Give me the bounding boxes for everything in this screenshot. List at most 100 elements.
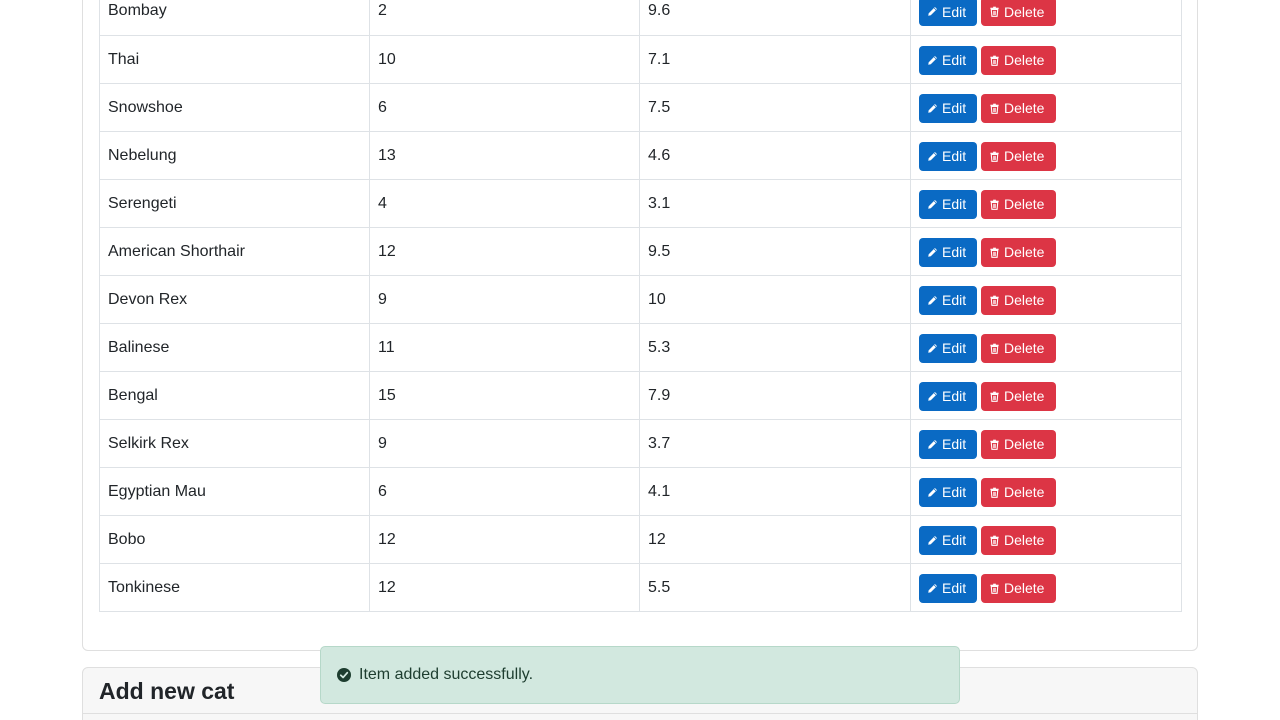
table-row: Tonkinese 12 5.5 Edit Delete [99, 562, 1182, 612]
cell-value-1: 9 [369, 274, 640, 324]
cell-breed: Egyptian Mau [99, 466, 370, 516]
delete-button[interactable]: Delete [981, 93, 1056, 123]
edit-button-label: Edit [942, 3, 967, 20]
edit-button-label: Edit [942, 100, 967, 116]
pencil-icon [928, 103, 937, 113]
trash-icon [990, 6, 999, 17]
cell-value-1: 6 [369, 466, 640, 516]
table-row: Devon Rex 9 10 Edit Delete [99, 274, 1182, 324]
pencil-icon [928, 439, 937, 449]
toast-message: Item added successfully. [359, 666, 534, 683]
cell-value-1: 4 [369, 178, 640, 228]
trash-icon [990, 391, 999, 402]
delete-button-label: Delete [1004, 388, 1045, 404]
edit-button-label: Edit [942, 292, 967, 308]
cell-breed: Devon Rex [99, 274, 370, 324]
delete-button-label: Delete [1004, 52, 1045, 68]
cell-actions: Edit Delete [910, 562, 1182, 612]
cell-actions: Edit Delete [910, 418, 1182, 468]
edit-button[interactable]: Edit [919, 477, 977, 507]
delete-button[interactable]: Delete [981, 141, 1056, 171]
table-row: Thai 10 7.1 Edit Delete [99, 34, 1182, 84]
cell-value-1: 12 [369, 562, 640, 612]
edit-button-label: Edit [942, 388, 967, 404]
trash-icon [990, 583, 999, 594]
check-circle-icon [337, 668, 351, 682]
table-row: Bombay 2 9.6 Edit Delete [99, 0, 1182, 36]
delete-button[interactable]: Delete [981, 381, 1056, 411]
delete-button[interactable]: Delete [981, 285, 1056, 315]
table-row: Serengeti 4 3.1 Edit Delete [99, 178, 1182, 228]
delete-button[interactable]: Delete [981, 45, 1056, 75]
delete-button-label: Delete [1004, 244, 1045, 260]
trash-icon [990, 151, 999, 162]
cell-breed: Nebelung [99, 130, 370, 180]
edit-button[interactable]: Edit [919, 141, 977, 171]
edit-button[interactable]: Edit [919, 525, 977, 555]
edit-button[interactable]: Edit [919, 573, 977, 603]
trash-icon [990, 535, 999, 546]
pencil-icon [928, 295, 937, 305]
cell-breed: Bobo [99, 514, 370, 564]
edit-button-label: Edit [942, 52, 967, 68]
table-row: Egyptian Mau 6 4.1 Edit Delete [99, 466, 1182, 516]
edit-button[interactable]: Edit [919, 189, 977, 219]
trash-icon [990, 55, 999, 66]
edit-button[interactable]: Edit [919, 237, 977, 267]
delete-button-label: Delete [1004, 532, 1045, 548]
delete-button[interactable]: Delete [981, 525, 1056, 555]
pencil-icon [928, 583, 937, 593]
cell-breed: Bengal [99, 370, 370, 420]
trash-icon [990, 199, 999, 210]
edit-button[interactable]: Edit [919, 45, 977, 75]
cell-breed: Selkirk Rex [99, 418, 370, 468]
edit-button[interactable]: Edit [919, 333, 977, 363]
delete-button[interactable]: Delete [981, 333, 1056, 363]
cell-value-2: 10 [639, 274, 911, 324]
delete-button-label: Delete [1004, 580, 1045, 596]
cell-value-2: 3.1 [639, 178, 911, 228]
cell-actions: Edit Delete [910, 34, 1182, 84]
delete-button-label: Delete [1004, 484, 1045, 500]
delete-button[interactable]: Delete [981, 477, 1056, 507]
cell-value-1: 6 [369, 82, 640, 132]
cell-value-2: 7.9 [639, 370, 911, 420]
table-row: Snowshoe 6 7.5 Edit Delete [99, 82, 1182, 132]
table-row: American Shorthair 12 9.5 Edit Delete [99, 226, 1182, 276]
trash-icon [990, 487, 999, 498]
cell-breed: Tonkinese [99, 562, 370, 612]
cell-actions: Edit Delete [910, 178, 1182, 228]
edit-button[interactable]: Edit [919, 285, 977, 315]
edit-button[interactable]: Edit [919, 93, 977, 123]
delete-button[interactable]: Delete [981, 189, 1056, 219]
delete-button[interactable]: Delete [981, 237, 1056, 267]
edit-button[interactable]: Edit [919, 381, 977, 411]
cell-actions: Edit Delete [910, 370, 1182, 420]
pencil-icon [928, 247, 937, 257]
edit-button-label: Edit [942, 484, 967, 500]
cell-breed: Balinese [99, 322, 370, 372]
pencil-icon [928, 151, 937, 161]
edit-button[interactable]: Edit [919, 0, 977, 26]
edit-button-label: Edit [942, 340, 967, 356]
delete-button[interactable]: Delete [981, 573, 1056, 603]
cell-actions: Edit Delete [910, 514, 1182, 564]
cell-value-2: 3.7 [639, 418, 911, 468]
delete-button[interactable]: Delete [981, 429, 1056, 459]
edit-button-label: Edit [942, 244, 967, 260]
cell-value-2: 4.1 [639, 466, 911, 516]
pencil-icon [928, 7, 937, 16]
edit-button[interactable]: Edit [919, 429, 977, 459]
delete-button[interactable]: Delete [981, 0, 1056, 26]
pencil-icon [928, 391, 937, 401]
edit-button-label: Edit [942, 532, 967, 548]
table-row: Selkirk Rex 9 3.7 Edit Delete [99, 418, 1182, 468]
cell-breed: Snowshoe [99, 82, 370, 132]
cell-breed: Thai [99, 34, 370, 84]
cell-value-2: 5.5 [639, 562, 911, 612]
cell-breed: American Shorthair [99, 226, 370, 276]
pencil-icon [928, 487, 937, 497]
cell-value-1: 11 [369, 322, 640, 372]
cats-table-body: Bombay 2 9.6 Edit Delete Thai 10 7.1 Edit Delete S… [99, 0, 1182, 612]
trash-icon [990, 439, 999, 450]
